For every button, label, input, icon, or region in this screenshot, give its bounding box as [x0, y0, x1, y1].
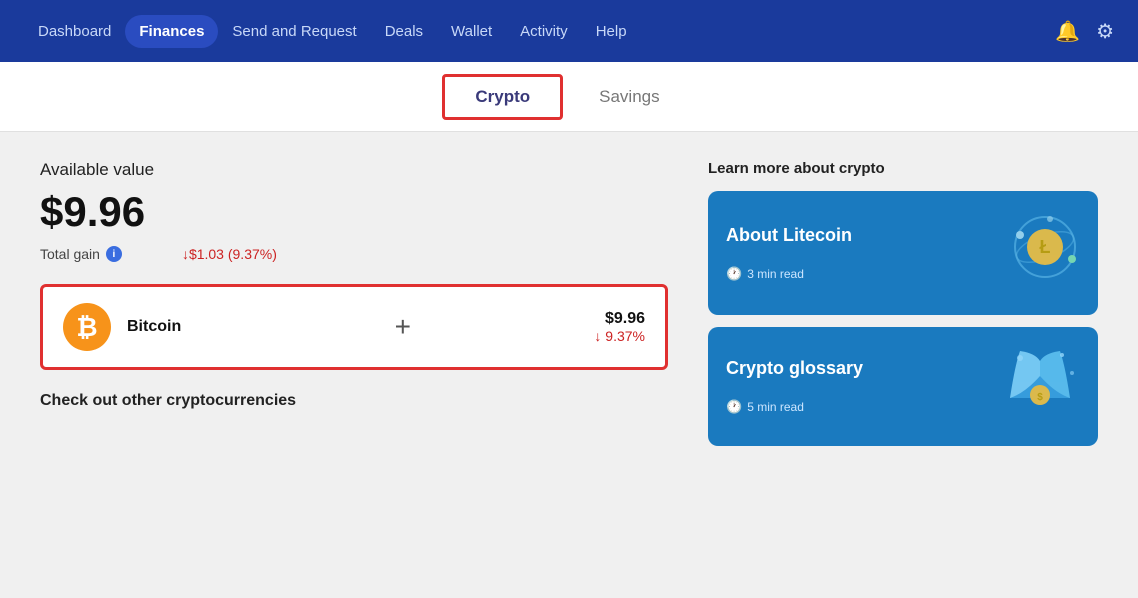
card-title-litecoin: About Litecoin — [726, 225, 852, 246]
right-panel: Learn more about crypto About Litecoin 🕐… — [708, 160, 1098, 570]
nav-finances[interactable]: Finances — [125, 15, 218, 48]
bitcoin-icon: ₿ — [63, 303, 111, 351]
learn-label: Learn more about crypto — [708, 160, 1098, 177]
clock-icon-litecoin: 🕐 — [726, 266, 742, 282]
info-icon[interactable]: i — [106, 246, 122, 262]
available-label: Available value — [40, 160, 668, 180]
bitcoin-card[interactable]: ₿ Bitcoin + $9.96 ↓ 9.37% — [40, 284, 668, 370]
nav-wallet[interactable]: Wallet — [437, 15, 506, 48]
total-gain-row: Total gain i ↓$1.03 (9.37%) — [40, 246, 668, 262]
about-litecoin-card[interactable]: About Litecoin 🕐 3 min read Ł — [708, 191, 1098, 315]
card-title-glossary: Crypto glossary — [726, 358, 863, 379]
card-time-litecoin: 🕐 3 min read — [726, 266, 852, 282]
total-gain-label: Total gain i — [40, 246, 122, 262]
bell-icon[interactable]: 🔔 — [1055, 19, 1080, 44]
coin-pct: ↓ 9.37% — [594, 328, 645, 344]
nav-deals[interactable]: Deals — [371, 15, 437, 48]
card-text-litecoin: About Litecoin 🕐 3 min read — [726, 225, 852, 282]
coin-usd: $9.96 — [594, 310, 645, 328]
nav-dashboard[interactable]: Dashboard — [24, 15, 125, 48]
clock-icon-glossary: 🕐 — [726, 399, 742, 415]
tabs-bar: Crypto Savings — [0, 62, 1138, 132]
gear-icon[interactable]: ⚙ — [1096, 19, 1114, 44]
coin-name: Bitcoin — [127, 318, 181, 336]
add-icon[interactable]: + — [227, 311, 578, 343]
crypto-glossary-card[interactable]: Crypto glossary 🕐 5 min read $ — [708, 327, 1098, 446]
card-text-glossary: Crypto glossary 🕐 5 min read — [726, 358, 863, 415]
svg-text:Ł: Ł — [1040, 237, 1051, 257]
glossary-illustration: $ — [1000, 343, 1080, 430]
svg-text:$: $ — [1037, 392, 1043, 403]
coin-values: $9.96 ↓ 9.37% — [594, 310, 645, 344]
navigation: Dashboard Finances Send and Request Deal… — [0, 0, 1138, 62]
litecoin-illustration: Ł — [990, 207, 1080, 299]
nav-help[interactable]: Help — [582, 15, 641, 48]
left-panel: Available value $9.96 Total gain i ↓$1.0… — [40, 160, 668, 570]
main-content: Available value $9.96 Total gain i ↓$1.0… — [0, 132, 1138, 598]
other-cryptos-label: Check out other cryptocurrencies — [40, 392, 668, 410]
gain-value: ↓$1.03 (9.37%) — [182, 246, 277, 262]
card-time-glossary: 🕐 5 min read — [726, 399, 863, 415]
tab-crypto[interactable]: Crypto — [442, 74, 563, 120]
tab-savings[interactable]: Savings — [563, 73, 695, 121]
nav-send-request[interactable]: Send and Request — [218, 15, 370, 48]
available-value: $9.96 — [40, 188, 668, 236]
nav-activity[interactable]: Activity — [506, 15, 582, 48]
